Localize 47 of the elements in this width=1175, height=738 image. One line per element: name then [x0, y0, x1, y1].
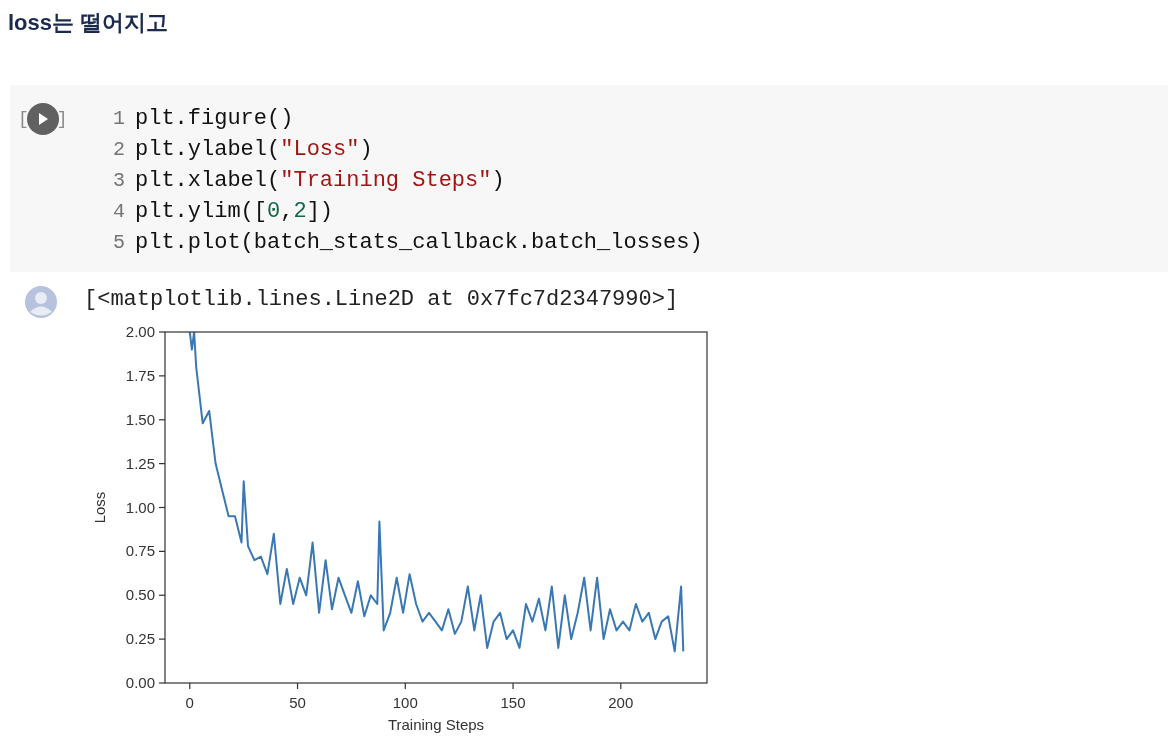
play-icon	[36, 112, 49, 126]
tick-mark	[158, 375, 166, 377]
tick-mark	[158, 682, 166, 684]
tick-label: 200	[608, 694, 634, 711]
tick-mark	[296, 682, 299, 690]
line-number: 5	[112, 230, 125, 256]
tick-mark	[512, 682, 514, 690]
tick-label: 0	[185, 694, 194, 711]
code-line: plt.ylim([0,2])	[135, 198, 334, 226]
tick-label: 100	[392, 694, 418, 711]
tick-mark	[158, 638, 166, 640]
tick-label: 150	[500, 694, 526, 711]
tick-mark	[158, 331, 166, 333]
tick-mark	[158, 550, 166, 552]
tick-label: 1.50	[125, 410, 155, 428]
prompt-bracket: ]	[56, 109, 68, 129]
tick-mark	[620, 682, 622, 690]
tick-mark	[158, 594, 166, 596]
tick-mark	[189, 682, 191, 690]
tick-mark	[404, 682, 406, 690]
tick-label: 2.00	[125, 323, 155, 340]
prompt-bracket: [	[18, 109, 29, 129]
tick-label: 1.25	[125, 454, 155, 472]
tick-mark	[158, 463, 166, 465]
y-axis-label: Loss	[91, 491, 108, 524]
line-number: 4	[112, 199, 125, 225]
code-line: plt.plot(batch_stats_callback.batch_losses)	[135, 229, 703, 257]
line-number: 2	[112, 137, 125, 163]
tick-label: 0.25	[125, 630, 155, 648]
run-button[interactable]	[26, 103, 59, 135]
tick-mark	[158, 506, 166, 509]
code-line: plt.ylabel("Loss")	[135, 136, 373, 164]
line-number: 3	[112, 168, 125, 194]
avatar-icon	[25, 286, 57, 318]
tick-label: 0.00	[125, 674, 155, 691]
tick-label: 0.75	[125, 542, 155, 560]
x-axis-label: Training Steps	[387, 716, 485, 733]
line-number: 1	[112, 106, 125, 132]
tick-label: 0.50	[125, 586, 155, 604]
code-line: plt.figure()	[135, 105, 294, 133]
tick-label: 50	[289, 694, 306, 711]
tick-label: 1.75	[125, 366, 155, 384]
tick-label: 1.00	[125, 498, 155, 516]
output-text: [<matplotlib.lines.Line2D at 0x7fc7d2347990>]	[84, 286, 679, 314]
tick-mark	[158, 419, 166, 421]
section-heading: loss는 떨어지고	[8, 9, 169, 37]
code-line: plt.xlabel("Training Steps")	[135, 167, 505, 195]
